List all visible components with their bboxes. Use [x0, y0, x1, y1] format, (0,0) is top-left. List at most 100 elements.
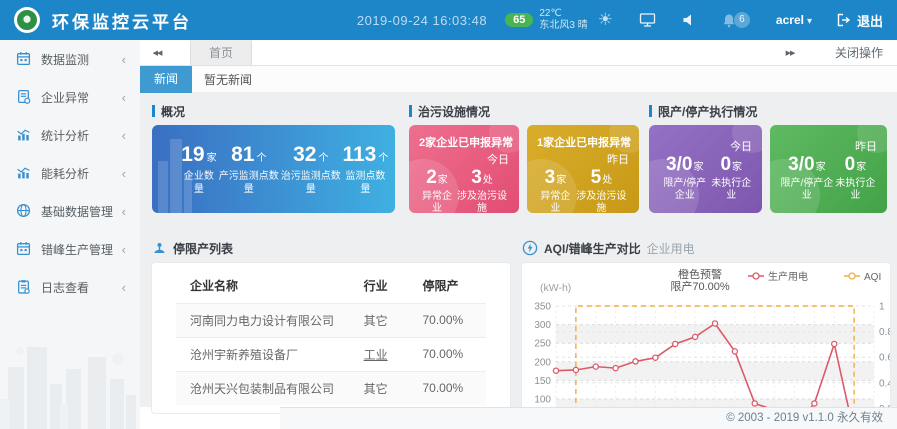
sidebar-item-peak-production[interactable]: 错峰生产管理 ‹ — [0, 230, 140, 268]
section-title: 概况 — [161, 103, 185, 120]
news-message: 暂无新闻 — [204, 71, 252, 88]
wind: 东北风3 — [539, 20, 575, 31]
treatment-card-yesterday: 1家企业已申报异常 昨日 3家异常企业 5处涉及治污设施 — [527, 125, 639, 213]
treatment-card-today: 2家企业已申报异常 今日 2家异常企业 3处涉及治污设施 — [409, 125, 519, 213]
svg-text:限产70.00%: 限产70.00% — [670, 279, 730, 293]
notifications-button[interactable]: 6 — [722, 12, 750, 28]
sidebar: 数据监测 ‹ 企业异常 ‹ 统计分析 ‹ 能耗分析 ‹ 基础数据管理 ‹ 错峰生… — [0, 40, 140, 429]
sidebar-item-log-view[interactable]: 日志查看 ‹ — [0, 268, 140, 306]
chevron-left-icon: ‹ — [122, 280, 126, 295]
sidebar-item-enterprise-abnormal[interactable]: 企业异常 ‹ — [0, 78, 140, 116]
stat-pollution-points: 81个 产污监测点数量 — [218, 143, 280, 196]
speaker-icon[interactable] — [682, 13, 696, 27]
section-marker — [409, 105, 412, 117]
footer: © 2003 - 2019 v1.1.0 永久有效 — [280, 407, 897, 429]
aqi-badge: 65 — [505, 13, 533, 27]
logout-button[interactable]: 退出 — [836, 11, 883, 30]
sun-icon: ☀ — [598, 10, 613, 30]
stat-enterprises: 19家 企业数量 — [180, 143, 218, 196]
svg-text:生产用电: 生产用电 — [768, 270, 808, 283]
scroll-tabs-left-icon[interactable]: ◀◀ — [140, 40, 174, 65]
monitor-icon[interactable] — [639, 12, 656, 28]
weather-widget: 65 22℃ 东北风3 晴 ☀ — [505, 8, 613, 32]
section-title: 治污设施情况 — [418, 103, 490, 120]
aqi-chart-panel: 35030025020015010010.80.60.40.2(kW-h)橙色预… — [522, 263, 890, 415]
scroll-tabs-right-icon[interactable]: ▶▶ — [773, 49, 807, 57]
table-row: 河南同力电力设计有限公司 其它 70.00% — [176, 303, 486, 337]
datetime: 2019-09-24 16:03:48 — [357, 13, 487, 28]
chevron-left-icon: ‹ — [122, 52, 126, 67]
svg-text:350: 350 — [534, 302, 551, 313]
main-area: ◀◀ 首页 ▶▶ 关闭操作 新闻 暂无新闻 概况 19家 — [140, 40, 897, 429]
restriction-table-panel: 企业名称 行业 停限产 河南同力电力设计有限公司 其它 70.00% — [152, 263, 510, 413]
section-title: 停限产列表 — [173, 240, 233, 257]
sidebar-item-data-monitoring[interactable]: 数据监测 ‹ — [0, 40, 140, 78]
stat-treatment-points: 32个 治污监测点数量 — [280, 143, 342, 196]
svg-text:橙色预警: 橙色预警 — [678, 267, 722, 281]
close-operations-button[interactable]: 关闭操作 — [835, 44, 883, 61]
globe-icon — [16, 203, 32, 219]
svg-text:200: 200 — [534, 357, 551, 368]
restriction-table: 企业名称 行业 停限产 河南同力电力设计有限公司 其它 70.00% — [176, 269, 486, 405]
logout-icon — [836, 13, 851, 27]
svg-text:1: 1 — [879, 302, 885, 313]
calendar-icon — [16, 241, 32, 257]
svg-text:250: 250 — [534, 339, 551, 350]
table-row: 沧州天兴包装制品有限公司 其它 70.00% — [176, 371, 486, 405]
page: 环保监控云平台 2019-09-24 16:03:48 65 22℃ 东北风3 … — [0, 0, 897, 429]
svg-text:300: 300 — [534, 320, 551, 331]
column-header: 企业名称 — [176, 269, 350, 303]
list-icon — [152, 241, 167, 256]
condition: 晴 — [578, 20, 588, 31]
chevron-down-icon: ▾ — [807, 16, 812, 27]
section-title: AQI/错峰生产对比 — [544, 240, 641, 257]
table-row: 沧州宇新养殖设备厂 工业 70.00% — [176, 337, 486, 371]
chevron-left-icon: ‹ — [122, 242, 126, 257]
svg-text:(kW-h): (kW-h) — [540, 282, 571, 294]
sidebar-item-base-data[interactable]: 基础数据管理 ‹ — [0, 192, 140, 230]
svg-text:0.8: 0.8 — [879, 327, 890, 338]
section-title: 限产/停产执行情况 — [658, 103, 757, 120]
notification-count-badge: 6 — [734, 12, 750, 28]
copyright-text: © 2003 - 2019 v1.1.0 永久有效 — [726, 412, 883, 424]
chevron-left-icon: ‹ — [122, 128, 126, 143]
bar-chart-icon — [16, 165, 32, 181]
tab-home[interactable]: 首页 — [190, 40, 252, 65]
chevron-left-icon: ‹ — [122, 166, 126, 181]
stat-monitor-points: 113个 监测点数量 — [342, 143, 389, 196]
clipboard-icon — [16, 279, 32, 295]
user-menu[interactable]: acrel▾ — [776, 13, 812, 27]
section-marker — [649, 105, 652, 117]
news-button[interactable]: 新闻 — [140, 66, 192, 93]
chevron-left-icon: ‹ — [122, 90, 126, 105]
section-subtitle: 企业用电 — [647, 240, 695, 257]
column-header: 停限产 — [408, 269, 486, 303]
sidebar-item-statistics[interactable]: 统计分析 ‹ — [0, 116, 140, 154]
section-treatment-facilities: 治污设施情况 2家企业已申报异常 今日 2家异常企业 3处涉及治污设施 — [409, 103, 639, 213]
bar-chart-icon — [16, 127, 32, 143]
app-title: 环保监控云平台 — [52, 8, 192, 33]
svg-text:AQI: AQI — [864, 272, 881, 283]
weather-text: 22℃ 东北风3 晴 — [539, 8, 587, 32]
temperature: 22℃ — [539, 8, 561, 19]
city-skyline-decoration — [0, 329, 140, 429]
column-header: 行业 — [350, 269, 409, 303]
section-overview: 概况 19家 企业数量 81个 产污监测点数量 32个 — [152, 103, 395, 213]
overview-card: 19家 企业数量 81个 产污监测点数量 32个 治污监测点数量 113个 — [152, 125, 395, 213]
svg-text:0.4: 0.4 — [879, 378, 890, 389]
news-bar: 新闻 暂无新闻 — [140, 66, 897, 93]
svg-text:100: 100 — [534, 395, 551, 406]
section-aqi-comparison: AQI/错峰生产对比 企业用电 35030025020015010010.80.… — [522, 239, 890, 415]
production-card-today: 今日 3/0家限产/停产企业 0家未执行企业 — [649, 125, 762, 213]
production-card-yesterday: 昨日 3/0家限产/停产企业 0家未执行企业 — [770, 125, 887, 213]
industry-link[interactable]: 工业 — [350, 337, 409, 371]
sidebar-item-energy-analysis[interactable]: 能耗分析 ‹ — [0, 154, 140, 192]
lightning-circle-icon — [522, 240, 538, 256]
chevron-left-icon: ‹ — [122, 204, 126, 219]
document-alert-icon — [16, 89, 32, 105]
top-header: 环保监控云平台 2019-09-24 16:03:48 65 22℃ 东北风3 … — [0, 0, 897, 40]
svg-text:0.6: 0.6 — [879, 353, 890, 364]
dashboard-content: 概况 19家 企业数量 81个 产污监测点数量 32个 — [140, 93, 897, 407]
tab-strip: ◀◀ 首页 ▶▶ 关闭操作 — [140, 40, 897, 66]
aqi-comparison-chart: 35030025020015010010.80.60.40.2(kW-h)橙色预… — [522, 263, 890, 415]
